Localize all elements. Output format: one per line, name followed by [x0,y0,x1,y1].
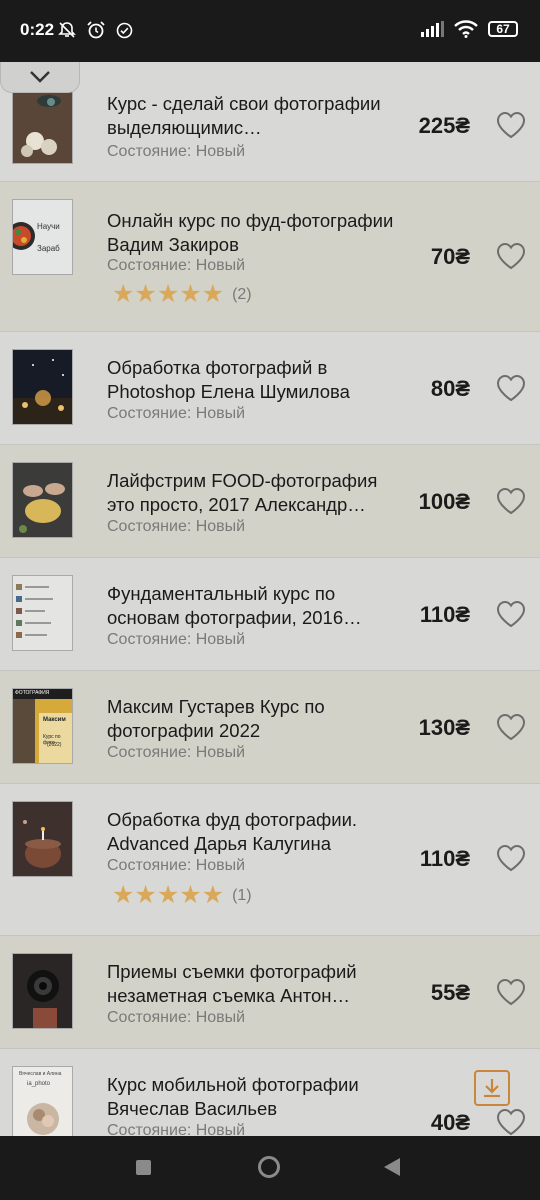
product-thumbnail: Научи Зараб [12,199,73,275]
product-thumbnail [12,953,73,1029]
review-count: (2) [232,285,252,303]
home-button[interactable] [258,1156,280,1178]
star-icon: ★★★★★ [112,280,225,308]
item-price: 110₴ [419,846,470,871]
thumbnail-text: ФОТОГРАФИЯ [15,690,50,696]
back-button[interactable] [384,1158,400,1176]
item-condition: Состояние: Новый [107,1122,246,1136]
item-condition: Состояние: Новый [107,744,246,761]
item-condition: Состояние: Новый [107,143,246,160]
favorite-heart-icon[interactable] [496,713,526,741]
favorite-heart-icon[interactable] [496,374,526,402]
list-item[interactable]: Приемы съемки фотографий незаметная съем… [0,936,540,1049]
favorite-heart-icon[interactable] [496,111,526,139]
list-item[interactable]: Обработка фотографий в Photoshop Елена Ш… [0,332,540,445]
rating-stars: ★★★★★ (2) [112,282,252,307]
thumbnail-text: ia_photo [27,1081,51,1087]
product-thumbnail [12,88,73,164]
item-condition: Состояние: Новый [107,1009,246,1026]
recents-button[interactable] [136,1160,151,1175]
product-thumbnail [12,575,73,651]
product-thumbnail [12,349,73,425]
favorite-heart-icon[interactable] [496,1108,526,1136]
system-navigation-bar [0,1136,540,1200]
chevron-down-icon [30,71,50,83]
photo-image [13,200,72,274]
status-time: 0:22 [20,20,55,39]
favorite-heart-icon[interactable] [496,978,526,1006]
photo-image [13,689,72,763]
star-icon: ★★★★★ [112,881,225,909]
photo-image [13,350,72,424]
check-circle-icon [116,22,133,38]
signal-icon [421,21,444,37]
list-item[interactable]: Лайфстрим FOOD-фотография это просто, 20… [0,445,540,558]
item-price: 70₴ [430,244,470,269]
rating-stars: ★★★★★ (1) [112,883,252,908]
list-item[interactable]: Обработка фуд фотографии. Advanced Дарья… [0,784,540,936]
item-condition: Состояние: Новый [107,405,246,422]
thumbnail-text: Максим [43,717,66,723]
photo-image [13,463,72,537]
item-title[interactable]: Лайфстрим FOOD-фотография это просто, 20… [107,469,397,517]
alarm-icon [87,21,105,39]
item-price: 55₴ [430,980,470,1005]
status-bar: 0:22 67 [0,0,540,62]
battery-level: 67 [496,22,510,36]
item-title[interactable]: Приемы съемки фотографий незаметная съем… [107,960,397,1008]
item-price: 40₴ [430,1110,470,1135]
favorite-heart-icon[interactable] [496,242,526,270]
item-title[interactable]: Курс - сделай свои фотографии выделяющим… [107,92,397,140]
battery-icon: 67 [488,21,518,37]
thumbnail-text: Вячеслав и Алина [19,1071,62,1077]
favorite-heart-icon[interactable] [496,600,526,628]
item-title[interactable]: Фундаментальный курс по основам фотограф… [107,582,397,630]
photo-image [13,89,72,163]
item-price: 100₴ [418,489,470,514]
download-button[interactable] [474,1070,510,1106]
item-price: 130₴ [418,715,470,740]
product-thumbnail [12,462,73,538]
thumbnail-text: (2022) [47,742,62,748]
product-list-screen: Курс - сделай свои фотографии выделяющим… [0,62,540,1136]
list-item[interactable]: Курс - сделай свои фотографии выделяющим… [0,62,540,182]
wifi-icon [454,20,478,38]
collapse-button[interactable] [0,62,80,93]
photo-image [13,576,72,650]
item-title[interactable]: Обработка фуд фотографии. Advanced Дарья… [107,808,397,856]
product-thumbnail: ФОТОГРАФИЯ Максим Курс по фото (2022) [12,688,73,764]
list-item[interactable]: Вячеслав и Алина ia_photo Курс мобильной… [0,1049,540,1136]
photo-image [13,802,72,876]
item-title[interactable]: Максим Густарев Курс по фотографии 2022 [107,695,397,743]
thumbnail-text: Зараб [37,244,60,253]
list-item[interactable]: Фундаментальный курс по основам фотограф… [0,558,540,671]
item-title[interactable]: Курс мобильной фотографии Вячеслав Васил… [107,1073,397,1121]
item-condition: Состояние: Новый [107,518,246,535]
download-icon [484,1079,500,1098]
list-item[interactable]: Научи Зараб Онлайн курс по фуд-фотографи… [0,182,540,332]
item-price: 80₴ [430,376,470,401]
photo-image [13,1067,72,1136]
thumbnail-text: Научи [37,222,60,231]
product-thumbnail: Вячеслав и Алина ia_photo [12,1066,73,1136]
item-condition: Состояние: Новый [107,631,246,648]
item-title[interactable]: Онлайн курс по фуд-фотографии Вадим Заки… [107,209,397,257]
item-price: 225₴ [418,113,470,138]
item-condition: Состояние: Новый [107,857,246,874]
item-title[interactable]: Обработка фотографий в Photoshop Елена Ш… [107,356,397,404]
photo-image [13,954,72,1028]
review-count: (1) [232,886,252,904]
item-price: 110₴ [419,602,470,627]
favorite-heart-icon[interactable] [496,487,526,515]
mute-bell-icon [58,22,76,38]
favorite-heart-icon[interactable] [496,844,526,872]
item-condition: Состояние: Новый [107,257,246,274]
list-item[interactable]: ФОТОГРАФИЯ Максим Курс по фото (2022) Ма… [0,671,540,784]
product-thumbnail [12,801,73,877]
